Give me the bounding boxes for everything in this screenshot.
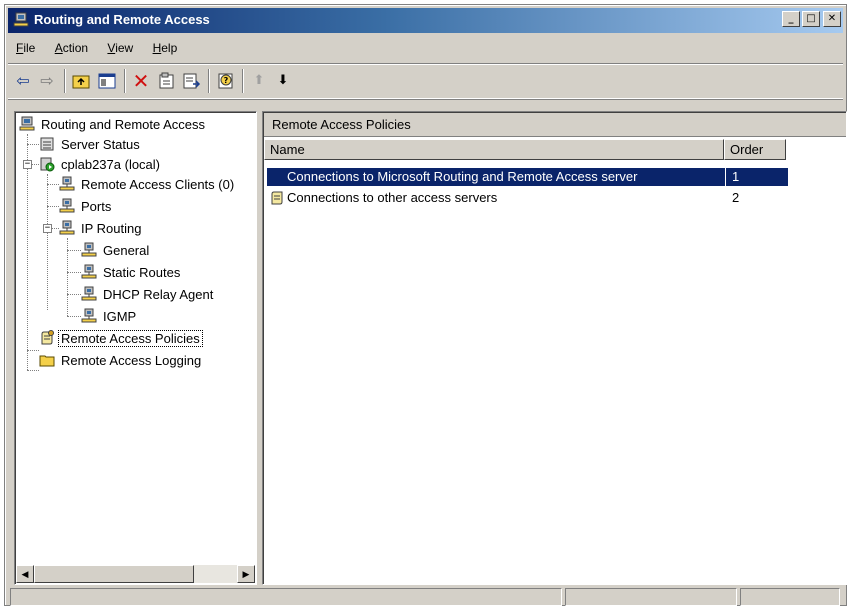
tree-line [27, 350, 28, 370]
app-window: Routing and Remote Access _ □ ✕ File Act… [4, 4, 847, 606]
tree-item-general[interactable]: General [81, 241, 151, 261]
server-running-icon [40, 157, 55, 172]
toolbar-separator [242, 69, 244, 93]
menu-help[interactable]: Help [145, 38, 186, 58]
tree-item-remote-access-logging[interactable]: Remote Access Logging [39, 351, 203, 371]
tree-item-server[interactable]: cplab237a (local) [39, 155, 162, 175]
network-node-icon [81, 242, 97, 257]
maximize-button[interactable]: □ [802, 11, 820, 27]
properties-icon[interactable] [156, 70, 178, 92]
scroll-left-button[interactable]: ◀ [16, 565, 34, 583]
show-hide-tree-icon[interactable] [96, 70, 118, 92]
toolbar-separator [64, 69, 66, 93]
status-cell [740, 588, 840, 606]
scroll-thumb[interactable] [34, 565, 194, 583]
tree-item-root[interactable]: Routing and Remote Access [19, 115, 207, 135]
server-icon [19, 116, 35, 131]
export-list-icon[interactable] [181, 70, 203, 92]
menu-file[interactable]: File [8, 38, 43, 58]
folder-icon [39, 355, 55, 367]
details-pane-title: Remote Access Policies [264, 113, 846, 137]
network-node-icon [81, 308, 97, 323]
expand-collapse-toggle[interactable]: − [43, 224, 52, 233]
tree-item-ports[interactable]: Ports [59, 197, 113, 217]
column-header-name[interactable]: Name [264, 139, 724, 160]
horizontal-scrollbar[interactable]: ◀ ▶ [16, 565, 255, 583]
tree-item-dhcp-relay-agent[interactable]: DHCP Relay Agent [81, 285, 215, 305]
toolbar-separator [208, 69, 210, 93]
tree-line [67, 316, 81, 317]
policy-order: 1 [726, 168, 788, 186]
status-cell-main [10, 588, 562, 606]
menu-action[interactable]: Action [47, 38, 96, 58]
menu-view[interactable]: View [99, 38, 141, 58]
network-node-icon [59, 198, 75, 213]
back-arrow-icon[interactable]: ⇦ [12, 70, 34, 92]
policy-scroll-icon [41, 330, 54, 345]
policy-name: Connections to other access servers [287, 190, 498, 205]
tree-line [47, 174, 48, 310]
status-cell [565, 588, 737, 606]
tree-item-igmp[interactable]: IGMP [81, 307, 138, 327]
tree-line [27, 350, 39, 351]
console-tree[interactable]: − − Routing and Remote Access Server Sta… [14, 111, 257, 585]
tree-line [31, 164, 39, 165]
tree-item-remote-access-policies[interactable]: Remote Access Policies [39, 329, 203, 349]
menu-bar: File Action View Help [8, 38, 843, 58]
network-node-icon [81, 264, 97, 279]
routing-app-icon [13, 12, 29, 27]
tree-line [51, 228, 59, 229]
tree-item-static-routes[interactable]: Static Routes [81, 263, 182, 283]
move-up-icon[interactable]: ⬆ [248, 70, 270, 92]
help-icon[interactable]: ? [215, 70, 237, 92]
policy-order: 2 [732, 190, 740, 205]
up-folder-icon[interactable] [70, 70, 92, 92]
tree-line [47, 184, 59, 185]
column-header-order[interactable]: Order [724, 139, 786, 160]
server-status-icon [40, 137, 54, 151]
tree-line [67, 294, 81, 295]
close-button[interactable]: ✕ [823, 11, 841, 27]
forward-arrow-icon[interactable]: ⇨ [36, 70, 58, 92]
minimize-button[interactable]: _ [782, 11, 800, 27]
tree-line [47, 206, 59, 207]
svg-text:?: ? [224, 76, 229, 85]
tree-line [67, 272, 81, 273]
details-pane[interactable]: Remote Access Policies Name Order Connec… [262, 111, 847, 585]
window-title: Routing and Remote Access [34, 12, 210, 27]
title-bar[interactable]: Routing and Remote Access _ □ ✕ [8, 8, 843, 33]
delete-icon[interactable]: ✕ [130, 70, 152, 92]
network-node-icon [59, 220, 75, 235]
status-bar [8, 586, 844, 606]
toolbar: ⇦ ⇨ ✕ ? ⬆ ⬇ [8, 63, 843, 99]
tree-line [27, 370, 39, 371]
move-down-icon[interactable]: ⬇ [272, 70, 294, 92]
tree-item-remote-access-clients[interactable]: Remote Access Clients (0) [59, 175, 236, 195]
policy-name: Connections to Microsoft Routing and Rem… [267, 168, 725, 186]
network-node-icon [59, 176, 75, 191]
tree-line [27, 144, 39, 145]
toolbar-separator [124, 69, 126, 93]
expand-collapse-toggle[interactable]: − [23, 160, 32, 169]
tree-item-server-status[interactable]: Server Status [39, 135, 142, 155]
network-node-icon [81, 286, 97, 301]
tree-line [67, 250, 81, 251]
tree-item-ip-routing[interactable]: IP Routing [59, 219, 143, 239]
scroll-right-button[interactable]: ▶ [237, 565, 255, 583]
